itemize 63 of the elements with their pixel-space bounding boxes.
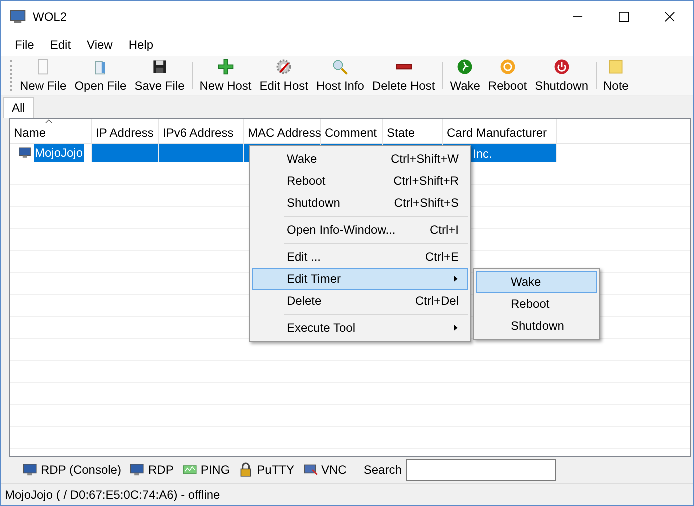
menu-item[interactable]: Execute Tool bbox=[252, 317, 468, 339]
search-field[interactable] bbox=[406, 459, 556, 481]
shortcut-text: Ctrl+Shift+R bbox=[394, 173, 459, 190]
menu-item[interactable]: Wake Ctrl+Shift+W bbox=[252, 148, 468, 170]
toolbar-button[interactable]: Host Info bbox=[312, 56, 368, 95]
close-icon bbox=[665, 12, 675, 22]
column-header[interactable]: Card Manufacturer bbox=[443, 119, 557, 143]
menu-item[interactable]: Wake bbox=[476, 271, 597, 293]
tool-button[interactable]: PuTTY bbox=[236, 461, 297, 479]
shortcut-text: Ctrl+I bbox=[430, 222, 459, 239]
tool-button[interactable]: RDP bbox=[127, 461, 176, 479]
menu-item[interactable]: Edit Timer bbox=[252, 268, 468, 290]
monitor-icon bbox=[129, 462, 146, 478]
search-label: Search bbox=[364, 462, 402, 479]
menu-item[interactable]: Reboot bbox=[476, 293, 597, 315]
column-header[interactable]: IP Address bbox=[92, 119, 159, 143]
menu-item[interactable]: Reboot Ctrl+Shift+R bbox=[252, 170, 468, 192]
column-header[interactable]: IPv6 Address bbox=[159, 119, 244, 143]
monitor-icon bbox=[18, 146, 32, 160]
menu-item[interactable]: Edit ... Ctrl+E bbox=[252, 246, 468, 268]
shortcut-text: Ctrl+Del bbox=[415, 293, 459, 310]
shortcut-text: Ctrl+Shift+W bbox=[390, 151, 459, 168]
computer-icon bbox=[9, 8, 27, 26]
menu-item[interactable]: View bbox=[79, 34, 121, 56]
window-title: WOL2 bbox=[33, 9, 68, 26]
shortcut-text: Ctrl+E bbox=[425, 249, 459, 266]
minus-bar-icon bbox=[396, 64, 412, 70]
status-text: MojoJojo ( / D0:67:E5:0C:74:A6) - offline bbox=[5, 486, 220, 504]
toolbar-button[interactable]: Note bbox=[600, 56, 633, 95]
column-header[interactable]: Name bbox=[10, 119, 92, 143]
sort-caret-icon bbox=[44, 119, 54, 126]
toolbar-button[interactable]: Wake bbox=[446, 56, 484, 95]
monitor-icon bbox=[22, 462, 38, 478]
menu-item[interactable]: Help bbox=[120, 34, 162, 56]
toolbar-button[interactable]: Save File bbox=[130, 56, 189, 95]
toolbar-button[interactable]: Shutdown bbox=[531, 56, 592, 95]
toolbar-button[interactable]: Delete Host bbox=[368, 56, 440, 95]
screen-icon bbox=[302, 462, 319, 478]
tab[interactable]: All bbox=[3, 97, 34, 118]
menu-item[interactable]: Delete Ctrl+Del bbox=[252, 290, 468, 312]
menu-item[interactable]: Shutdown Ctrl+Shift+S bbox=[252, 192, 468, 214]
plus-icon bbox=[216, 58, 235, 76]
note-icon bbox=[607, 58, 626, 76]
tool-button[interactable]: VNC bbox=[300, 461, 349, 479]
tool-button[interactable]: PING bbox=[180, 461, 232, 479]
column-header[interactable]: Comment bbox=[321, 119, 383, 143]
toolbar-button[interactable]: Open File bbox=[70, 56, 131, 95]
menu-item[interactable]: Shutdown bbox=[476, 315, 597, 337]
column-header[interactable]: MAC Address bbox=[244, 119, 321, 143]
toolbar-button[interactable]: Edit Host bbox=[256, 56, 312, 95]
menu-item[interactable]: Edit bbox=[42, 34, 80, 56]
table-cell: Inc. bbox=[473, 147, 492, 161]
toolbar-button[interactable]: New Host bbox=[196, 56, 256, 95]
toolbar-button[interactable]: Reboot bbox=[484, 56, 532, 95]
shortcut-text: Ctrl+Shift+S bbox=[394, 195, 459, 212]
tool-button[interactable]: RDP (Console) bbox=[20, 461, 124, 479]
menu-item[interactable]: Open Info-Window... Ctrl+I bbox=[252, 219, 468, 241]
column-header[interactable]: State bbox=[383, 119, 443, 143]
maximize-icon bbox=[619, 12, 629, 22]
magnifier-icon bbox=[331, 58, 350, 76]
table-cell: MojoJojo bbox=[34, 144, 84, 162]
menu-item[interactable]: File bbox=[7, 34, 42, 56]
toolbar-button[interactable]: New File bbox=[16, 56, 71, 95]
